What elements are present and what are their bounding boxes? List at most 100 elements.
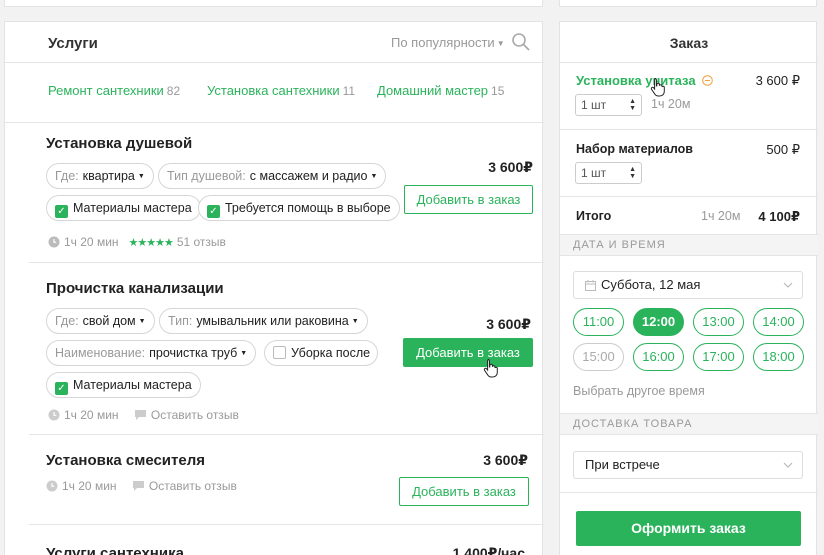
total-price: 4 100₽ — [758, 209, 800, 224]
where-select[interactable]: Где: свой дом ▼ — [46, 308, 155, 334]
option-help-choose[interactable]: ✓ Требуется помощь в выборе — [198, 195, 400, 221]
divider — [560, 62, 818, 63]
total-label: Итого — [576, 209, 612, 223]
quantity-select[interactable]: 1 шт ▲ ▼ — [575, 162, 642, 184]
category-count: 15 — [491, 84, 505, 98]
time-slot[interactable]: 16:00 — [633, 343, 684, 371]
divider — [5, 122, 544, 123]
order-line-name: Набор материалов — [576, 142, 693, 156]
comment-icon — [134, 410, 146, 420]
order-line-price: 500 ₽ — [766, 142, 800, 157]
category-name: Установка сантехники — [207, 83, 340, 98]
clock-icon — [48, 236, 60, 248]
add-to-order-button[interactable]: Добавить в заказ — [404, 185, 533, 214]
service-price: 3 600₽ — [483, 452, 528, 468]
sort-label: По популярности — [391, 35, 495, 50]
date-select[interactable]: Суббота, 12 мая — [573, 271, 803, 299]
add-to-order-button[interactable]: Добавить в заказ — [399, 477, 529, 506]
service-price: 1 400₽/час — [452, 545, 525, 555]
checkbox-checked-icon: ✓ — [55, 382, 68, 395]
category-install[interactable]: Установка сантехники 11 — [207, 83, 355, 98]
divider — [29, 524, 544, 525]
caret-down-icon: ▼ — [240, 350, 248, 357]
quantity-select[interactable]: 1 шт ▲ ▼ — [575, 94, 642, 116]
date-value: Суббота, 12 мая — [601, 277, 701, 292]
name-select[interactable]: Наименование: прочистка труб ▼ — [46, 340, 257, 366]
delivery-header: ДОСТАВКА ТОВАРА — [560, 413, 818, 435]
caret-down-icon: ▼ — [137, 173, 145, 180]
quantity-value: 1 шт — [581, 98, 607, 112]
quantity-value: 1 шт — [581, 166, 607, 180]
service-title: Установка смесителя — [46, 452, 205, 469]
filter-label: Где: — [55, 314, 79, 328]
option-label: Материалы мастера — [73, 378, 192, 392]
time-slot[interactable]: 17:00 — [693, 343, 744, 371]
clock-icon — [46, 480, 58, 492]
chevron-down-icon — [783, 462, 793, 468]
option-label: Материалы мастера — [73, 201, 192, 215]
option-label: Уборка после — [291, 346, 371, 360]
time-slot[interactable]: 11:00 — [573, 308, 624, 336]
service-price: 3 600₽ — [488, 159, 533, 175]
order-line-duration: 1ч 20м — [651, 97, 691, 111]
comment-icon — [132, 481, 144, 491]
previous-card-bottom-right — [559, 0, 817, 7]
chevron-down-icon — [783, 282, 793, 288]
checkbox-checked-icon: ✓ — [55, 205, 68, 218]
caret-down-icon: ▼ — [351, 318, 359, 325]
delivery-select[interactable]: При встрече — [573, 451, 803, 479]
services-panel: Услуги По популярности ▼ Ремонт сантехник… — [4, 21, 544, 555]
duration: 1ч 20 мин — [62, 479, 117, 493]
option-master-materials[interactable]: ✓ Материалы мастера — [46, 195, 201, 221]
category-name: Ремонт сантехники — [48, 83, 164, 98]
category-count: 11 — [342, 84, 356, 98]
order-line-price: 3 600 ₽ — [755, 73, 800, 88]
divider — [29, 262, 544, 263]
time-slot[interactable]: 18:00 — [753, 343, 804, 371]
divider — [560, 492, 818, 493]
filter-value: квартира — [82, 169, 135, 183]
type-select[interactable]: Тип: умывальник или раковина ▼ — [159, 308, 368, 334]
submit-order-button[interactable]: Оформить заказ — [576, 511, 801, 546]
other-time-link[interactable]: Выбрать другое время — [573, 384, 705, 398]
order-panel: Заказ Установка унитаза 3 600 ₽ 1 шт ▲ ▼ 1… — [559, 21, 818, 555]
order-line-name[interactable]: Установка унитаза — [576, 73, 714, 88]
total-duration: 1ч 20м — [701, 209, 741, 223]
order-line-link[interactable]: Установка унитаза — [576, 73, 696, 88]
where-select[interactable]: Где: квартира ▼ — [46, 163, 154, 189]
hand-cursor-icon — [483, 359, 498, 378]
divider — [5, 62, 544, 63]
add-to-order-button[interactable]: Добавить в заказ — [403, 338, 533, 367]
service-price: 3 600₽ — [486, 316, 531, 332]
option-master-materials[interactable]: ✓ Материалы мастера — [46, 372, 201, 398]
updown-arrows-icon: ▲ ▼ — [629, 98, 636, 112]
filter-label: Тип: — [168, 314, 193, 328]
search-icon[interactable] — [511, 32, 531, 52]
leave-review-link[interactable]: Оставить отзыв — [151, 408, 239, 422]
leave-review-link[interactable]: Оставить отзыв — [149, 479, 237, 493]
filter-label: Тип душевой: — [167, 169, 246, 183]
service-meta: 1ч 20 мин Оставить отзыв — [46, 479, 237, 493]
option-label: Требуется помощь в выборе — [225, 201, 391, 215]
delivery-value: При встрече — [585, 457, 660, 472]
option-cleanup[interactable]: Уборка после — [264, 340, 378, 366]
reviews-link[interactable]: 51 отзыв — [177, 235, 226, 249]
time-slot-selected[interactable]: 12:00 — [633, 308, 684, 336]
hand-cursor-icon — [650, 78, 665, 97]
time-slot[interactable]: 13:00 — [693, 308, 744, 336]
duration: 1ч 20 мин — [64, 235, 119, 249]
divider — [560, 196, 818, 197]
service-title: Услуги сантехника — [46, 545, 184, 555]
rating-stars-icon: ★★★★★ — [128, 237, 174, 249]
filter-value: с массажем и радио — [249, 169, 368, 183]
shower-type-select[interactable]: Тип душевой: с массажем и радио ▼ — [158, 163, 387, 189]
category-repair[interactable]: Ремонт сантехники 82 — [48, 83, 180, 98]
time-slot[interactable]: 14:00 — [753, 308, 804, 336]
category-handyman[interactable]: Домашний мастер 15 — [377, 83, 504, 98]
services-title: Услуги — [48, 35, 98, 52]
sort-dropdown[interactable]: По популярности ▼ — [391, 35, 505, 50]
filter-label: Наименование: — [55, 346, 146, 360]
filter-value: свой дом — [82, 314, 136, 328]
filter-value: умывальник или раковина — [196, 314, 349, 328]
service-meta: 1ч 20 мин Оставить отзыв — [48, 408, 239, 422]
